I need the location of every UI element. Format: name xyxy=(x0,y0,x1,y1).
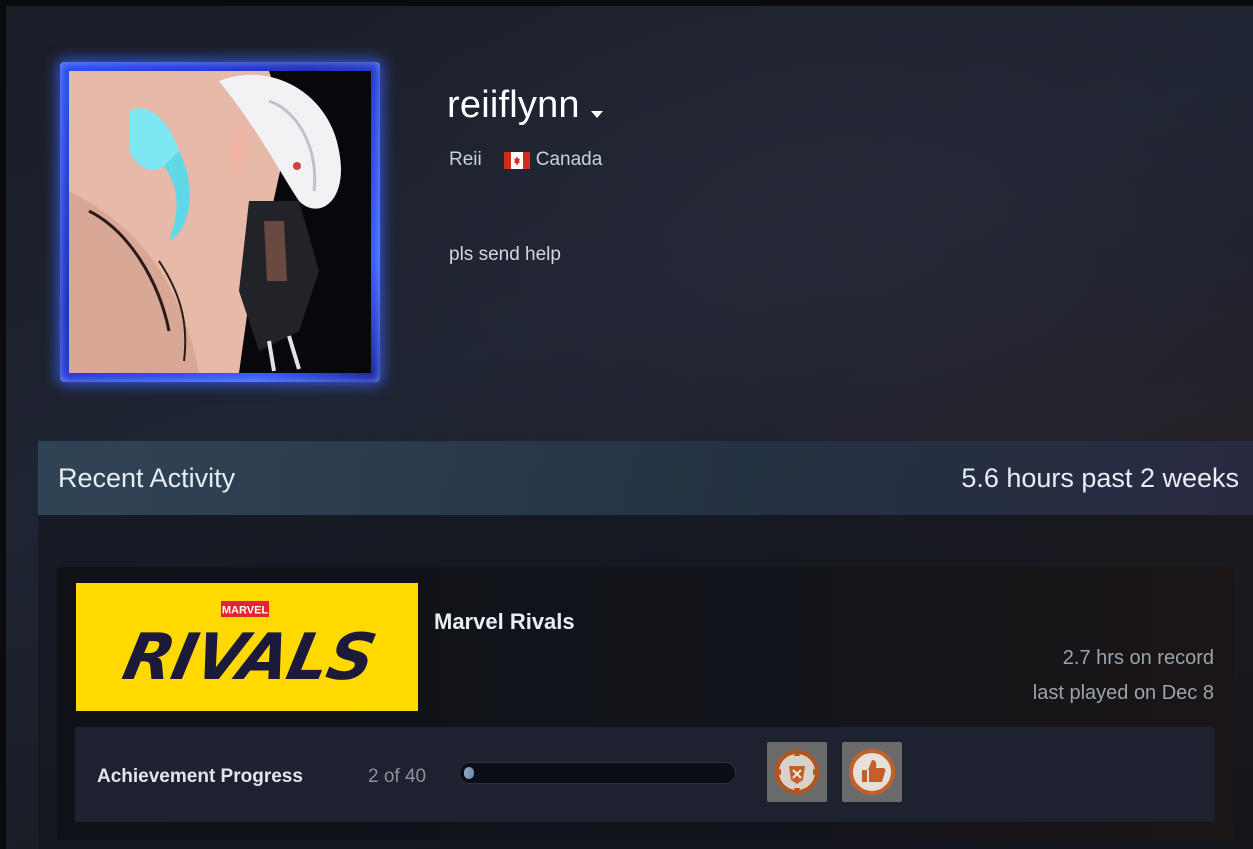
thumbs-up-achievement-icon[interactable] xyxy=(842,742,902,802)
avatar-frame xyxy=(60,62,380,382)
recent-activity-title: Recent Activity xyxy=(58,462,236,493)
capsule-brand-text: MARVEL xyxy=(222,605,269,617)
recent-activity-header: Recent Activity 5.6 hours past 2 weeks xyxy=(38,441,1253,515)
game-last-played: last played on Dec 8 xyxy=(1032,682,1214,704)
profile-page: reiiflynn Reii Canada pls send help Rece… xyxy=(6,6,1253,849)
game-hours-on-record: 2.7 hrs on record xyxy=(1062,647,1214,669)
profile-summary: pls send help xyxy=(449,244,561,265)
achievement-progress-fill xyxy=(464,767,474,779)
achievement-count: 2 of 40 xyxy=(368,766,427,787)
real-name: Reii xyxy=(449,149,482,170)
achievement-progress-label: Achievement Progress xyxy=(97,766,303,787)
game-name-link[interactable]: Marvel Rivals xyxy=(434,609,575,635)
real-name-location: Reii Canada xyxy=(449,149,602,171)
anime-avatar-image xyxy=(69,71,371,373)
marvel-rivals-logo: MARVEL RIVALS xyxy=(76,583,418,711)
game-capsule-image[interactable]: MARVEL RIVALS xyxy=(76,583,418,711)
persona-name: reiiflynn xyxy=(447,84,580,126)
country-name: Canada xyxy=(535,149,603,170)
persona-name-row[interactable]: reiiflynn xyxy=(447,84,604,127)
chevron-down-icon[interactable] xyxy=(590,109,604,119)
recent-activity-hours: 5.6 hours past 2 weeks xyxy=(961,462,1239,493)
avatar[interactable] xyxy=(69,71,371,373)
capsule-title-text: RIVALS xyxy=(117,621,381,695)
achievement-progress-bar xyxy=(459,762,736,784)
compass-emblem-achievement-icon[interactable] xyxy=(767,742,827,802)
canada-flag-icon xyxy=(503,151,530,169)
